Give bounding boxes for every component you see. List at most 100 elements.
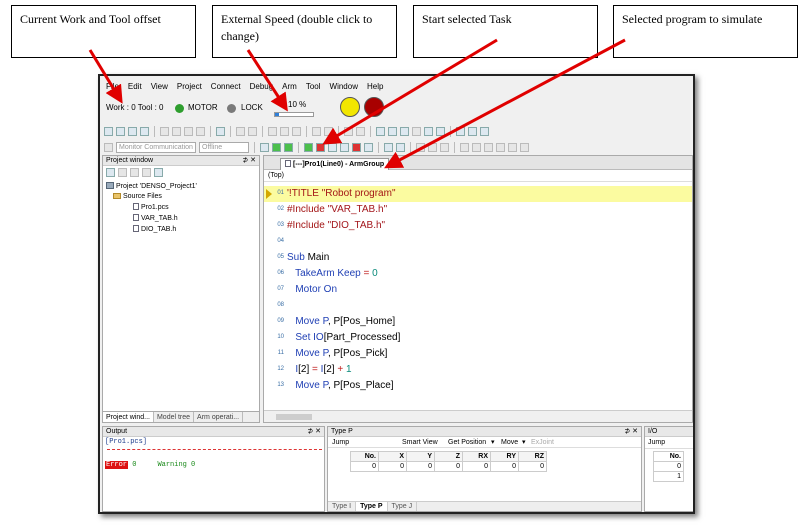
breakpoint-icon[interactable]: [364, 142, 373, 152]
monitor-icon[interactable]: [104, 142, 113, 152]
link-icon[interactable]: [412, 126, 421, 136]
offline-combo[interactable]: Offline: [199, 141, 249, 153]
get-position-button[interactable]: Get Position: [448, 437, 486, 448]
code-line[interactable]: 08: [264, 298, 692, 314]
red-stop-button[interactable]: [364, 97, 384, 117]
pause-icon[interactable]: [352, 142, 361, 152]
io-jump-button[interactable]: Jump: [645, 437, 693, 449]
tree-source-files[interactable]: Source Files: [113, 192, 162, 202]
motor-indicator-icon[interactable]: [175, 104, 184, 113]
format-icon[interactable]: [344, 126, 353, 136]
exjoint-button[interactable]: ExJoint: [531, 437, 554, 448]
variable-icon[interactable]: [424, 126, 433, 136]
tree-file-dio-tab[interactable]: DIO_TAB.h: [133, 225, 176, 235]
comment-icon[interactable]: [292, 126, 301, 136]
check-icon[interactable]: [400, 126, 409, 136]
external-speed-control[interactable]: 10 %: [272, 100, 314, 118]
type-p-cell[interactable]: 0: [378, 461, 407, 472]
code-line[interactable]: 10 Set IO[Part_Processed]: [264, 330, 692, 346]
type-p-cell[interactable]: 0: [518, 461, 547, 472]
run-icon[interactable]: [304, 142, 313, 152]
paste-icon[interactable]: [184, 126, 193, 136]
code-line[interactable]: 09 Move P, P[Pos_Home]: [264, 314, 692, 330]
compare-icon[interactable]: [468, 126, 477, 136]
tab-project-window[interactable]: Project wind...: [103, 412, 154, 422]
variable-view-3-icon[interactable]: [484, 142, 493, 152]
code-area[interactable]: 01 '!TITLE "Robot program" 02 #Include "VAR…: [264, 186, 692, 394]
smart-view-button[interactable]: Smart View: [402, 437, 438, 448]
pin-close-icon[interactable]: ⊅ ✕: [242, 156, 256, 166]
scroll-thumb[interactable]: [276, 414, 312, 420]
variable-view-icon[interactable]: [460, 142, 469, 152]
scope-selector[interactable]: (Top): [264, 170, 692, 182]
menu-project[interactable]: Project: [177, 80, 202, 94]
properties-icon[interactable]: [106, 167, 115, 177]
window-icon[interactable]: [436, 126, 445, 136]
build-icon[interactable]: [376, 126, 385, 136]
pin-close-icon[interactable]: ⊅ ✕: [307, 427, 321, 437]
tree-file-var-tab[interactable]: VAR_TAB.h: [133, 214, 178, 224]
indent-icon[interactable]: [268, 126, 277, 136]
io-row[interactable]: 1: [653, 471, 684, 482]
code-line[interactable]: 12 I[2] = I[2] + 1: [264, 362, 692, 378]
code-line[interactable]: 01 '!TITLE "Robot program": [264, 186, 692, 202]
bookmark-next-icon[interactable]: [324, 126, 333, 136]
tab-type-j[interactable]: Type J: [388, 502, 418, 511]
type-p-cell[interactable]: 0: [350, 461, 379, 472]
tab-type-i[interactable]: Type I: [328, 502, 357, 511]
hand-icon[interactable]: [384, 142, 393, 152]
step-out-icon[interactable]: [340, 142, 349, 152]
bookmark-icon[interactable]: [312, 126, 321, 136]
move-up-icon[interactable]: [130, 167, 139, 177]
start-task-icon[interactable]: [272, 142, 281, 152]
code-line[interactable]: 07 Motor On: [264, 282, 692, 298]
menu-view[interactable]: View: [151, 80, 168, 94]
simulator-icon[interactable]: [260, 142, 269, 152]
rebuild-icon[interactable]: [388, 126, 397, 136]
menu-connect[interactable]: Connect: [211, 80, 241, 94]
copy-icon[interactable]: [172, 126, 181, 136]
table-row[interactable]: 0000000: [350, 461, 547, 472]
save-icon[interactable]: [128, 126, 137, 136]
settings-icon[interactable]: [480, 126, 489, 136]
code-line[interactable]: 06 TakeArm Keep = 0: [264, 266, 692, 282]
tab-type-p[interactable]: Type P: [356, 502, 388, 511]
lock-indicator-icon[interactable]: [227, 104, 236, 113]
menu-arm[interactable]: Arm: [282, 80, 297, 94]
watch-2-icon[interactable]: [428, 142, 437, 152]
jump-button[interactable]: Jump: [332, 437, 349, 448]
step-run-icon[interactable]: [284, 142, 293, 152]
code-line[interactable]: 02 #Include "VAR_TAB.h": [264, 202, 692, 218]
stop-icon[interactable]: [316, 142, 325, 152]
io-row[interactable]: 0: [653, 461, 684, 472]
move-dropdown-icon[interactable]: ▾: [522, 437, 526, 448]
cut-icon[interactable]: [160, 126, 169, 136]
tree-project[interactable]: Project 'DENSO_Project1': [106, 182, 197, 192]
step-in-icon[interactable]: [328, 142, 337, 152]
yellow-status-button[interactable]: [340, 97, 360, 117]
watch-3-icon[interactable]: [440, 142, 449, 152]
menu-debug[interactable]: Debug: [250, 80, 274, 94]
horizontal-scrollbar[interactable]: [264, 410, 692, 422]
code-line[interactable]: 04: [264, 234, 692, 250]
new-icon[interactable]: [104, 126, 113, 136]
watch-icon[interactable]: [416, 142, 425, 152]
menu-tool[interactable]: Tool: [306, 80, 321, 94]
open-icon[interactable]: [116, 126, 125, 136]
type-p-cell[interactable]: 0: [490, 461, 519, 472]
pin-close-icon[interactable]: ⊅ ✕: [624, 427, 638, 437]
remove-icon[interactable]: [118, 167, 127, 177]
chart-icon[interactable]: [396, 142, 405, 152]
type-p-cell[interactable]: 0: [434, 461, 463, 472]
delete-icon[interactable]: [196, 126, 205, 136]
transfer-icon[interactable]: [456, 126, 465, 136]
tab-model-tree[interactable]: Model tree: [154, 412, 195, 422]
variable-view-4-icon[interactable]: [496, 142, 505, 152]
tab-arm-operation[interactable]: Arm operati...: [194, 412, 244, 422]
code-line[interactable]: 05 Sub Main: [264, 250, 692, 266]
format-2-icon[interactable]: [356, 126, 365, 136]
find-icon[interactable]: [216, 126, 225, 136]
menu-help[interactable]: Help: [367, 80, 383, 94]
menu-file[interactable]: File: [106, 80, 119, 94]
code-line[interactable]: 13 Move P, P[Pos_Place]: [264, 378, 692, 394]
